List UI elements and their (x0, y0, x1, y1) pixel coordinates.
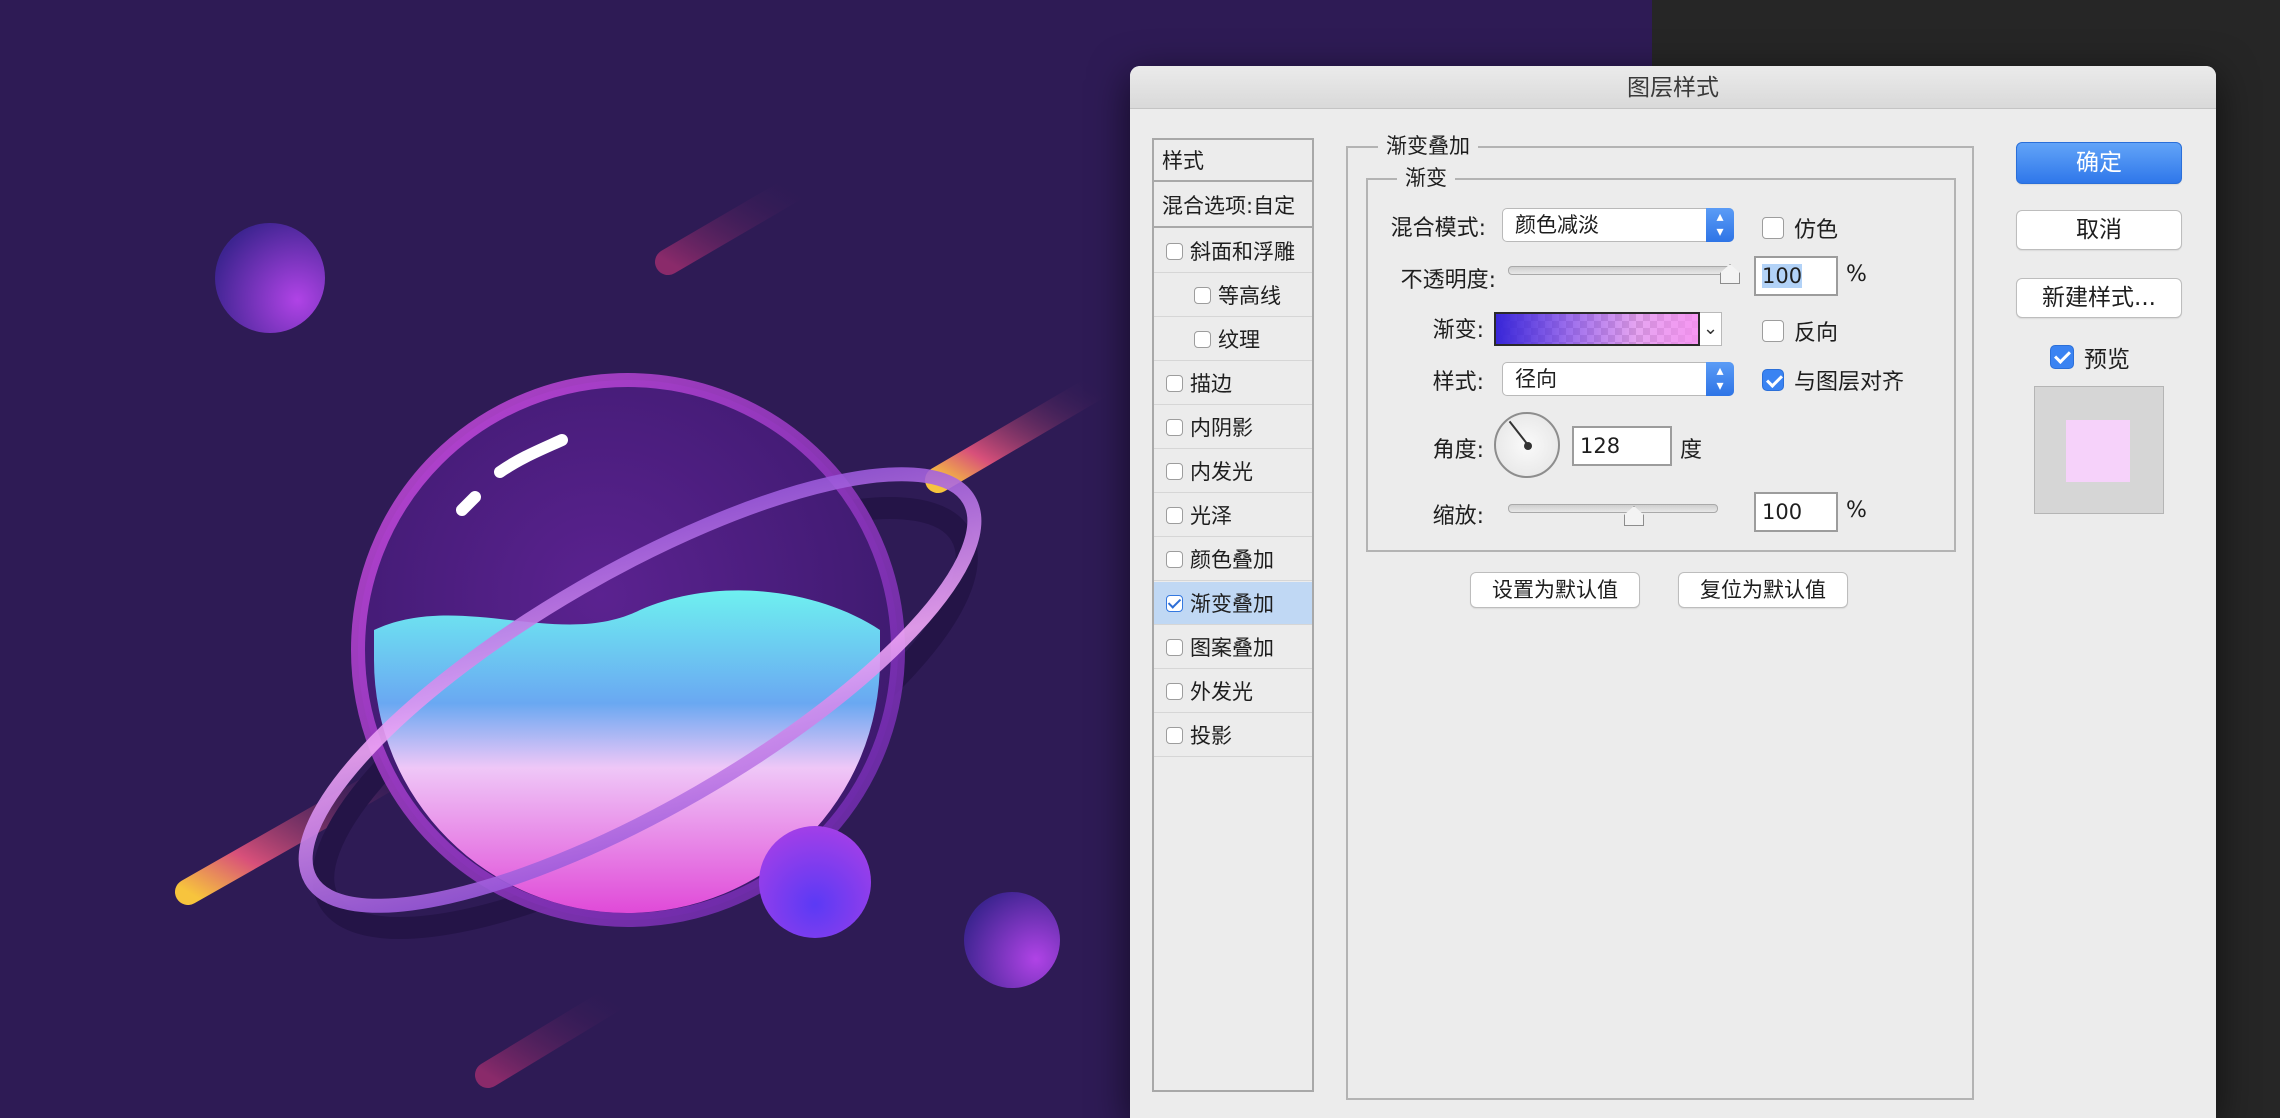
style-item-label: 投影 (1190, 724, 1232, 748)
preview-option[interactable]: 预览 (2050, 340, 2130, 374)
style-item[interactable]: 斜面和浮雕 (1154, 230, 1312, 273)
style-item-checkbox[interactable] (1166, 506, 1183, 524)
style-item-checkbox[interactable] (1166, 462, 1183, 480)
style-item-checkbox[interactable] (1166, 550, 1183, 568)
style-item[interactable]: 投影 (1154, 714, 1312, 757)
style-item-label: 渐变叠加 (1190, 592, 1274, 616)
style-item-checkbox[interactable] (1166, 418, 1183, 436)
dither-label: 仿色 (1794, 218, 1839, 243)
gradient-label: 渐变: (1432, 318, 1484, 343)
dither-option[interactable]: 仿色 (1762, 212, 1838, 244)
style-item[interactable]: 颜色叠加 (1154, 538, 1312, 581)
style-item[interactable]: 纹理 (1154, 318, 1312, 361)
preview-checkbox[interactable] (2050, 345, 2074, 369)
opacity-percent: % (1846, 262, 1867, 287)
style-item[interactable]: 图案叠加 (1154, 626, 1312, 669)
style-item-label: 图案叠加 (1190, 636, 1274, 660)
style-item-checkbox[interactable] (1166, 594, 1183, 612)
layer-style-dialog: 图层样式 样式 混合选项:自定 斜面和浮雕等高线纹理描边内阴影内发光光泽颜色叠加… (1130, 66, 2216, 1118)
opacity-input[interactable]: 100 (1754, 256, 1838, 296)
angle-unit: 度 (1680, 438, 1703, 463)
reverse-option[interactable]: 反向 (1762, 315, 1838, 347)
style-label: 样式: (1432, 370, 1484, 395)
blend-options-item[interactable]: 混合选项:自定 (1154, 184, 1312, 228)
align-checkbox[interactable] (1762, 369, 1784, 391)
preview-swatch (2066, 420, 2130, 482)
styles-header-label: 样式 (1162, 149, 1204, 173)
blend-mode-select[interactable]: 颜色减淡 ▴ ▾ (1502, 208, 1734, 242)
scale-percent: % (1846, 498, 1867, 523)
ok-button[interactable]: 确定 (2016, 142, 2182, 184)
blend-options-label: 混合选项:自定 (1162, 194, 1296, 218)
style-item[interactable]: 渐变叠加 (1154, 582, 1312, 625)
opacity-label: 不透明度: (1400, 268, 1496, 293)
style-item[interactable]: 光泽 (1154, 494, 1312, 537)
style-item[interactable]: 外发光 (1154, 670, 1312, 713)
angle-label: 角度: (1432, 438, 1484, 463)
style-item-checkbox[interactable] (1166, 726, 1183, 744)
style-item[interactable]: 内发光 (1154, 450, 1312, 493)
dither-checkbox[interactable] (1762, 217, 1784, 239)
styles-list: 样式 混合选项:自定 斜面和浮雕等高线纹理描边内阴影内发光光泽颜色叠加渐变叠加图… (1152, 138, 1314, 1092)
style-item-label: 纹理 (1218, 328, 1260, 352)
style-item-label: 描边 (1190, 372, 1232, 396)
gradient-style-value: 径向 (1515, 367, 1557, 391)
style-item-checkbox[interactable] (1194, 286, 1211, 304)
reverse-label: 反向 (1794, 321, 1839, 346)
cancel-button[interactable]: 取消 (2016, 210, 2182, 250)
style-item-checkbox[interactable] (1194, 330, 1211, 348)
style-item-label: 颜色叠加 (1190, 548, 1274, 572)
angle-value: 128 (1580, 434, 1621, 458)
align-option[interactable]: 与图层对齐 (1762, 364, 1904, 396)
style-item-checkbox[interactable] (1166, 242, 1183, 260)
preview-thumbnail (2034, 386, 2164, 514)
reverse-checkbox[interactable] (1762, 320, 1784, 342)
preview-label: 预览 (2084, 347, 2130, 373)
angle-input[interactable]: 128 (1572, 426, 1672, 466)
gradient-style-stepper-icon: ▴ ▾ (1706, 362, 1734, 396)
blend-mode-stepper-icon: ▴ ▾ (1706, 208, 1734, 242)
gradient-style-select[interactable]: 径向 ▴ ▾ (1502, 362, 1734, 396)
dialog-title[interactable]: 图层样式 (1130, 66, 2216, 109)
section-title: 渐变叠加 (1378, 130, 1478, 160)
style-item-label: 外发光 (1190, 680, 1253, 704)
make-default-button[interactable]: 设置为默认值 (1470, 572, 1640, 608)
style-item[interactable]: 描边 (1154, 362, 1312, 405)
scale-slider-track[interactable] (1508, 504, 1718, 513)
style-item-label: 等高线 (1218, 284, 1281, 308)
style-item-label: 内发光 (1190, 460, 1253, 484)
reset-default-button[interactable]: 复位为默认值 (1678, 572, 1848, 608)
new-style-button[interactable]: 新建样式... (2016, 278, 2182, 318)
style-item-label: 光泽 (1190, 504, 1232, 528)
style-item-checkbox[interactable] (1166, 638, 1183, 656)
align-label: 与图层对齐 (1794, 370, 1905, 395)
style-item-checkbox[interactable] (1166, 374, 1183, 392)
style-item[interactable]: 等高线 (1154, 274, 1312, 317)
angle-dial-needle (1508, 420, 1529, 446)
subsection-title: 渐变 (1397, 162, 1455, 192)
scale-value: 100 (1762, 500, 1803, 524)
style-item-checkbox[interactable] (1166, 682, 1183, 700)
opacity-value: 100 (1762, 264, 1803, 288)
style-item-label: 斜面和浮雕 (1190, 240, 1295, 264)
opacity-slider-track[interactable] (1508, 266, 1732, 275)
gradient-picker[interactable] (1494, 312, 1700, 346)
gradient-dropdown-chevron-icon[interactable]: ⌄ (1700, 312, 1722, 346)
scale-input[interactable]: 100 (1754, 492, 1838, 532)
scale-label: 缩放: (1432, 504, 1484, 529)
blend-mode-value: 颜色减淡 (1515, 213, 1599, 237)
style-item-label: 内阴影 (1190, 416, 1253, 440)
angle-dial[interactable] (1494, 412, 1560, 478)
styles-header[interactable]: 样式 (1154, 140, 1312, 182)
style-item[interactable]: 内阴影 (1154, 406, 1312, 449)
blend-mode-label: 混合模式: (1390, 216, 1486, 241)
